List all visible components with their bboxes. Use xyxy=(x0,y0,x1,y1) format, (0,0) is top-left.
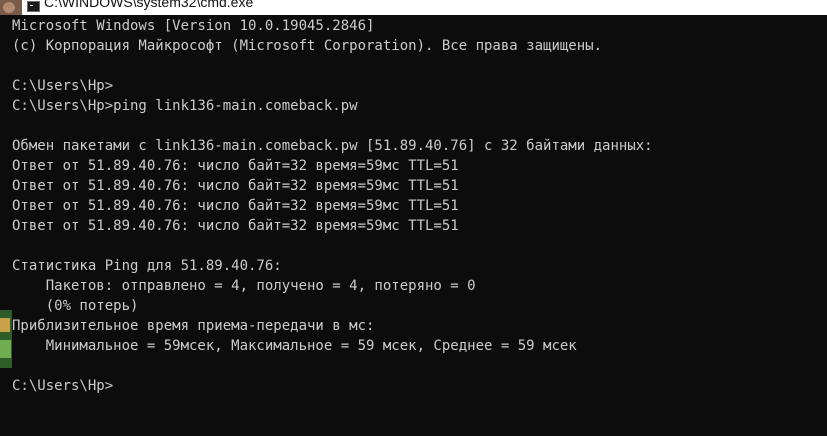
desktop-background-fragment-left xyxy=(0,310,12,368)
console-line-loss: (0% потерь) xyxy=(12,298,139,314)
console-line-packets: Пакетов: отправлено = 4, получено = 4, п… xyxy=(12,278,476,294)
console-line-stats-header: Статистика Ping для 51.89.40.76: xyxy=(12,258,282,274)
console-line-rtt-header: Приблизительное время приема-передачи в … xyxy=(12,318,375,334)
console-line-ping-header: Обмен пакетами с link136-main.comeback.p… xyxy=(12,138,653,154)
console-line-reply: Ответ от 51.89.40.76: число байт=32 врем… xyxy=(12,178,459,194)
console-window-icon xyxy=(27,1,40,12)
console-output[interactable]: Microsoft Windows [Version 10.0.19045.28… xyxy=(12,16,827,436)
cmd-window: C:\WINDOWS\system32\cmd.exe Microsoft Wi… xyxy=(0,0,827,436)
console-line-command: C:\Users\Hp>ping link136-main.comeback.p… xyxy=(12,98,358,114)
desktop-background-fragment xyxy=(0,0,22,15)
console-line-copyright: (c) Корпорация Майкрософт (Microsoft Cor… xyxy=(12,38,603,54)
title-bar[interactable]: C:\WINDOWS\system32\cmd.exe xyxy=(0,0,827,15)
window-title: C:\WINDOWS\system32\cmd.exe xyxy=(44,0,254,10)
console-line-current-prompt[interactable]: C:\Users\Hp> xyxy=(12,376,827,396)
console-line-reply: Ответ от 51.89.40.76: число байт=32 врем… xyxy=(12,198,459,214)
console-line-version: Microsoft Windows [Version 10.0.19045.28… xyxy=(12,18,375,34)
console-line-rtt-values: Минимальное = 59мсек, Максимальное = 59 … xyxy=(12,338,577,354)
console-line-prompt: C:\Users\Hp> xyxy=(12,78,114,94)
console-line-reply: Ответ от 51.89.40.76: число байт=32 врем… xyxy=(12,218,459,234)
console-line-reply: Ответ от 51.89.40.76: число байт=32 врем… xyxy=(12,158,459,174)
